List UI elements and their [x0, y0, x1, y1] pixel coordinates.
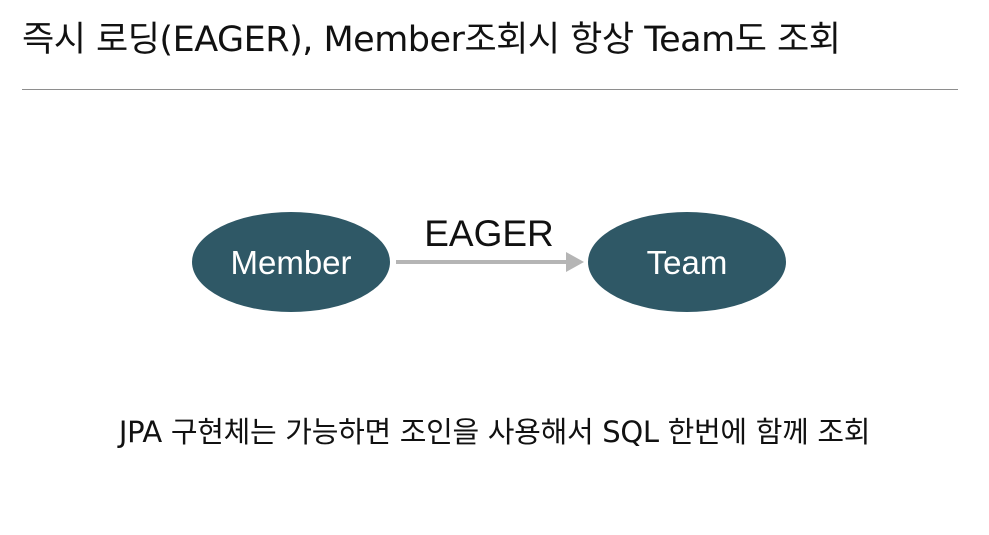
diagram: Member EAGER Team — [192, 212, 786, 312]
node-member: Member — [192, 212, 390, 312]
member-label: Member — [230, 244, 351, 281]
edge-member-team: EAGER — [396, 213, 584, 272]
slide-caption: JPA 구현체는 가능하면 조인을 사용해서 SQL 한번에 함께 조회 — [118, 415, 871, 449]
eager-label: EAGER — [424, 213, 554, 254]
team-label: Team — [647, 244, 728, 281]
node-team: Team — [588, 212, 786, 312]
eager-arrowhead — [566, 252, 584, 272]
